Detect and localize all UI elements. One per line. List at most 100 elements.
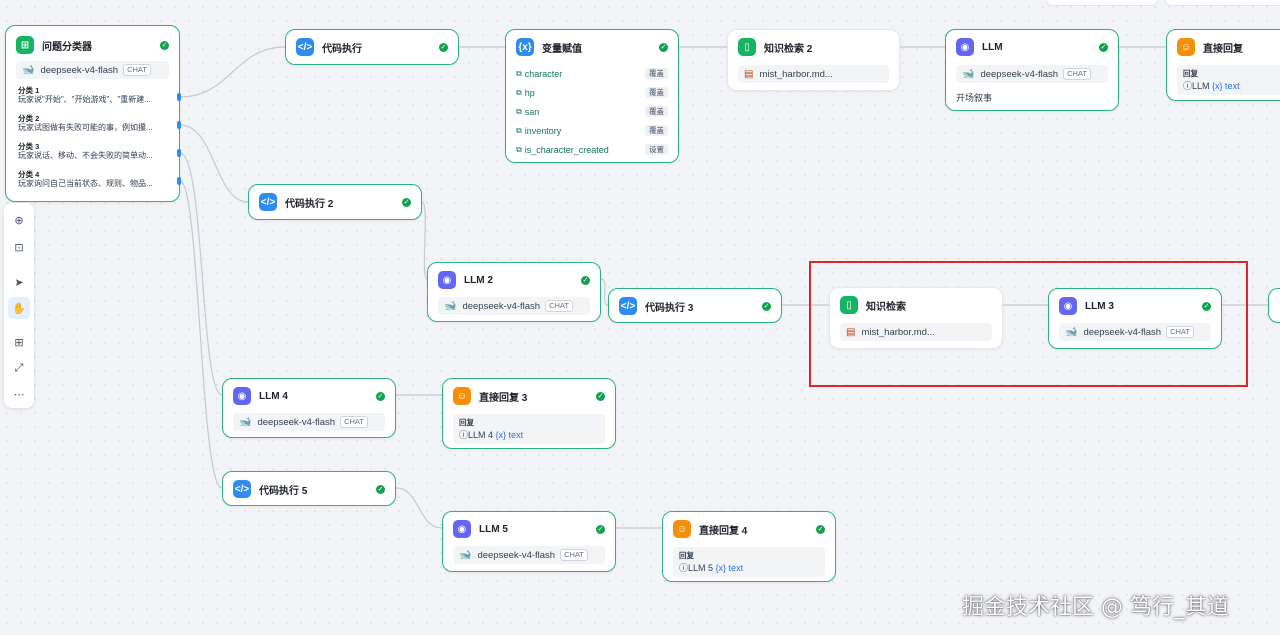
node-code-exec-3[interactable]: </> 代码执行 3 ✓ [608,288,782,323]
output-handle[interactable] [177,177,181,185]
deepseek-icon: 🐋 [459,549,472,561]
classifier-icon: ⊞ [16,36,34,54]
variable-icon: ⧉ [516,106,522,116]
edge [179,46,286,98]
node-title: 直接回复 4 [699,525,748,537]
node-code-exec[interactable]: </> 代码执行 ✓ [285,29,459,65]
output-handle[interactable] [177,121,181,129]
llm-icon: ◉ [438,271,456,289]
hand-icon[interactable]: ✋ [8,297,30,319]
reply-content: 回复 ⓘLLM {x} text [1177,65,1280,95]
code-icon: </> [619,297,637,315]
node-offscreen[interactable] [1268,288,1280,323]
node-title: 代码执行 2 [285,198,334,210]
code-icon: </> [296,38,314,56]
reply-icon: ☺ [673,520,691,538]
success-check-icon: ✓ [816,524,825,534]
success-check-icon: ✓ [762,301,771,311]
more-icon[interactable]: ⋯ [8,383,30,405]
node-direct-reply-4[interactable]: ☺ 直接回复 4 ✓ 回复 ⓘLLM 5 {x} text [662,511,836,582]
node-title: LLM [982,41,1003,53]
node-code-exec-2[interactable]: </> 代码执行 2 ✓ [248,184,422,220]
variable-icon: ⧉ [516,87,522,97]
output-handle[interactable] [177,93,181,101]
edge [395,487,443,529]
node-knowledge-retrieval-2[interactable]: ▯ 知识检索 2 ▤ mist_harbor.md... [727,29,900,91]
success-check-icon: ✓ [439,42,448,52]
edge [179,152,223,396]
note-icon[interactable]: ⊡ [8,236,30,258]
code-icon: </> [259,193,277,211]
success-check-icon: ✓ [596,524,605,534]
mode-tag: CHAT [123,64,151,76]
offscreen-node[interactable] [1046,0,1158,6]
node-title: LLM 2 [464,274,493,286]
variable-row[interactable]: ⧉ san 覆盖 [516,104,668,119]
highlight-box [809,261,1248,387]
model-row: 🐋 deepseek-v4-flash CHAT [233,413,385,431]
deepseek-icon: 🐋 [239,416,252,428]
node-title: 变量赋值 [542,43,582,55]
edge [179,180,223,489]
class-item: 分类 3 玩家说话、移动、不会失败的简单动... [18,142,153,160]
fit-view-icon[interactable]: ⤢ [8,357,30,379]
node-llm[interactable]: ◉ LLM ✓ 🐋 deepseek-v4-flash CHAT 开场叙事 [945,29,1119,111]
node-direct-reply-3[interactable]: ☺ 直接回复 3 ✓ 回复 ⓘLLM 4 {x} text [442,378,616,449]
success-check-icon: ✓ [402,197,411,207]
code-icon: </> [233,480,251,498]
deepseek-icon: 🐋 [444,300,457,312]
node-title: 代码执行 3 [645,302,694,314]
file-icon: ▤ [744,68,754,80]
variable-row[interactable]: ⧉ character 覆盖 [516,66,668,81]
success-check-icon: ✓ [659,42,668,52]
node-llm-4[interactable]: ◉ LLM 4 ✓ 🐋 deepseek-v4-flash CHAT [222,378,396,438]
variable-row[interactable]: ⧉ is_character_created 设置 [516,142,668,157]
llm-icon: ◉ [956,38,974,56]
edge [421,201,428,280]
class-item: 分类 2 玩家试图做有失败可能的事，例如攥... [18,114,153,132]
success-check-icon: ✓ [160,40,169,50]
llm-icon: ◉ [233,387,251,405]
reply-content: 回复 ⓘLLM 5 {x} text [673,547,825,577]
model-row: 🐋 deepseek-v4-flash CHAT [438,297,590,315]
success-check-icon: ✓ [581,275,590,285]
variable-row[interactable]: ⧉ inventory 覆盖 [516,123,668,138]
reply-content: 回复 ⓘLLM 4 {x} text [453,414,605,444]
node-question-classifier[interactable]: ⊞ 问题分类器 ✓ 🐋 deepseek-v4-flash CHAT 分类 1 玩家说"开… [5,25,180,202]
node-title: 直接回复 3 [479,392,528,404]
node-title: LLM 4 [259,390,288,402]
add-node-icon[interactable]: ⊕ [8,209,30,231]
success-check-icon: ✓ [376,391,385,401]
organize-icon[interactable]: ⊞ [8,331,30,353]
reply-icon: ☺ [453,387,471,405]
variable-icon: ⧉ [516,144,522,154]
node-llm-2[interactable]: ◉ LLM 2 ✓ 🐋 deepseek-v4-flash CHAT [427,262,601,322]
success-check-icon: ✓ [596,391,605,401]
canvas-toolbar: ⊕ ⊡ ➤ ✋ ⊞ ⤢ ⋯ [4,203,34,408]
node-code-exec-5[interactable]: </> 代码执行 5 ✓ [222,471,396,506]
node-title: 代码执行 5 [259,485,308,497]
edge [600,278,609,306]
knowledge-file: ▤ mist_harbor.md... [738,65,889,83]
node-variable-assign[interactable]: {x} 变量赋值 ✓ ⧉ character 覆盖 ⧉ hp 覆盖 ⧉ san 覆盖 ⧉ inve… [505,29,679,163]
output-handle[interactable] [177,149,181,157]
node-title: LLM 5 [479,523,508,535]
pointer-icon[interactable]: ➤ [8,271,30,293]
node-title: 代码执行 [322,43,362,55]
class-item: 分类 4 玩家询问自己当前状态、规则、物品... [18,170,153,188]
variable-row[interactable]: ⧉ hp 覆盖 [516,85,668,100]
model-name: deepseek-v4-flash [40,64,119,76]
node-title: 直接回复 [1203,43,1243,55]
edge [179,124,249,203]
success-check-icon: ✓ [376,484,385,494]
llm-icon: ◉ [453,520,471,538]
offscreen-node[interactable] [1165,0,1280,6]
class-item: 分类 1 玩家说"开始"、"开始游戏"、"重新建... [18,86,151,104]
node-llm-5[interactable]: ◉ LLM 5 ✓ 🐋 deepseek-v4-flash CHAT [442,511,616,572]
deepseek-icon: 🐋 [22,64,35,76]
node-title: 知识检索 2 [764,43,813,55]
variable-icon: ⧉ [516,125,522,135]
node-direct-reply[interactable]: ☺ 直接回复 回复 ⓘLLM {x} text [1166,29,1280,101]
variable-icon: ⧉ [516,68,522,78]
variable-icon: {x} [516,38,534,56]
